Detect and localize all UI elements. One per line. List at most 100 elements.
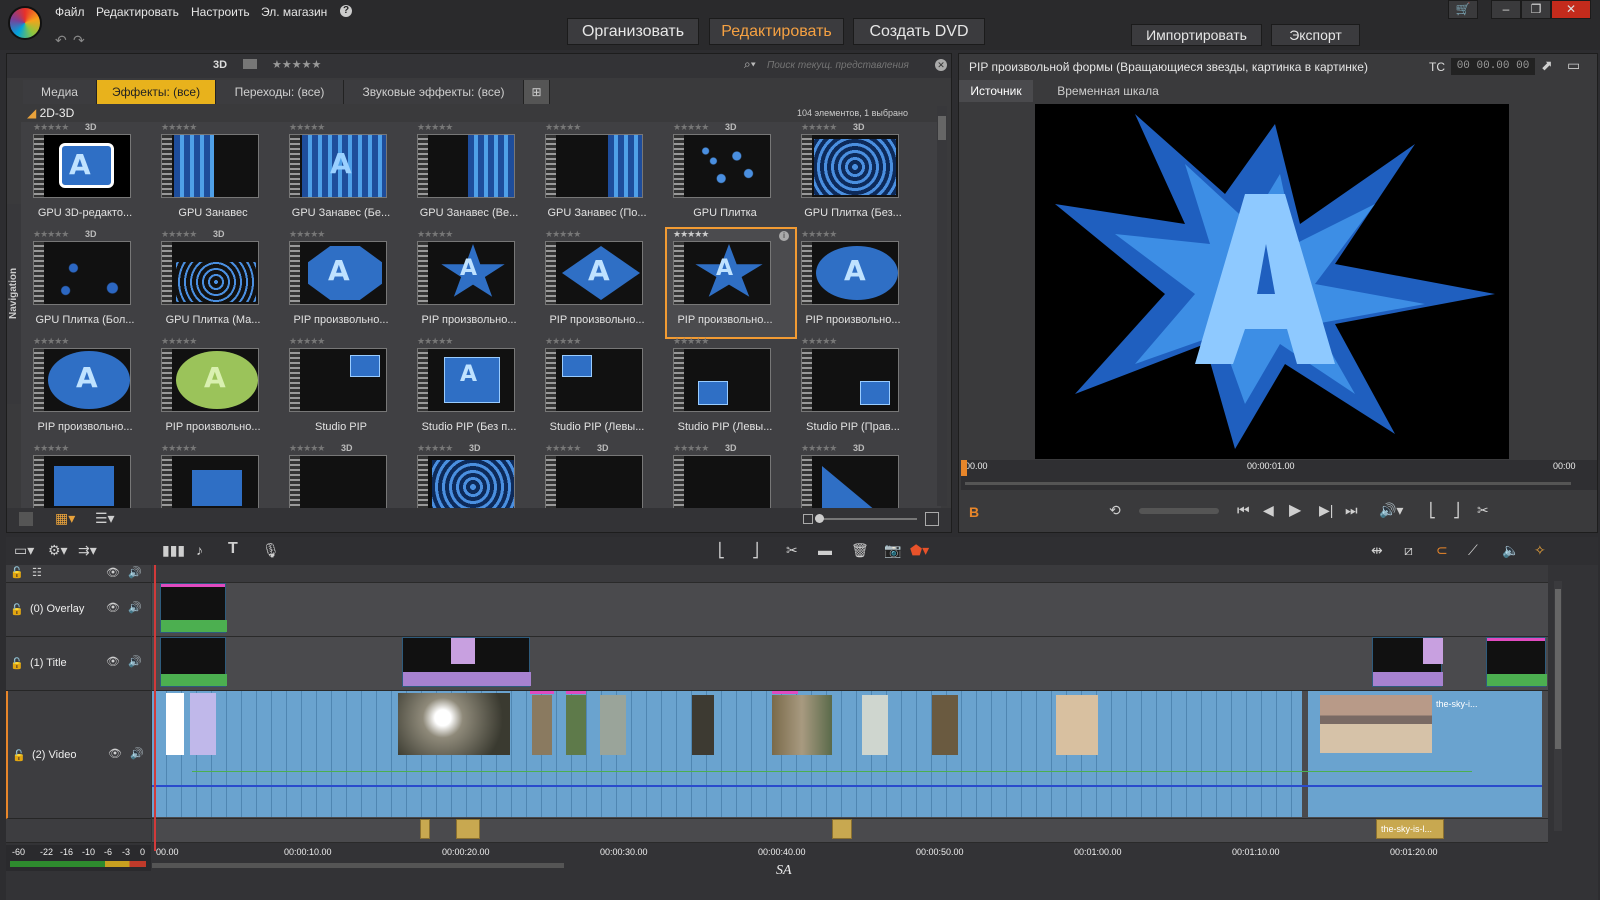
effect-item[interactable]: ★★★★★ A PIP произвольно...	[27, 336, 155, 444]
effect-item[interactable]: ★★★★★	[27, 443, 155, 508]
title-clip[interactable]	[1486, 637, 1547, 687]
timeline-scrollbar[interactable]	[152, 863, 564, 868]
track-list-icon[interactable]: ☷	[32, 566, 42, 579]
library-scrollbar[interactable]	[937, 106, 947, 506]
tab-transitions[interactable]: Переходы: (все)	[216, 80, 344, 104]
speaker-icon[interactable]: 🔊	[128, 655, 142, 668]
magic-wand-icon[interactable]: ✧	[1534, 542, 1546, 559]
title-clip[interactable]	[1372, 637, 1443, 687]
audio-clip[interactable]	[420, 819, 430, 839]
organize-button[interactable]: Организовать	[567, 18, 699, 45]
large-size-icon[interactable]	[925, 512, 939, 526]
track-header-overlay[interactable]: 🔓 (0) Overlay 👁 🔊	[6, 583, 151, 637]
clear-marks-icon[interactable]: ✂	[1477, 502, 1489, 519]
grid-view-icon[interactable]: ▦▾	[55, 510, 75, 527]
audio-clip[interactable]	[456, 819, 480, 839]
speaker-icon[interactable]: 🔊	[130, 747, 144, 760]
ripple-icon[interactable]: ⇹	[1371, 542, 1383, 559]
snapshot-icon[interactable]: 📷	[884, 542, 901, 559]
effect-item[interactable]: ★★★★★ Studio PIP (Левы...	[539, 336, 667, 444]
effect-item[interactable]: ★★★★★ Studio PIP	[283, 336, 411, 444]
marker-icon[interactable]: ⬟▾	[910, 542, 929, 559]
lock-icon[interactable]: 🔓	[10, 603, 24, 616]
video-clip-sky[interactable]: the-sky-i...	[1308, 691, 1542, 817]
bypass-marker[interactable]: B	[969, 504, 979, 520]
popout-icon[interactable]: ⬈	[1541, 57, 1553, 74]
minimize-icon[interactable]: –	[1491, 0, 1521, 19]
step-forward-icon[interactable]: ▶|	[1319, 502, 1333, 519]
effect-item[interactable]: ★★★★★ A PIP произвольно...	[155, 336, 283, 444]
effect-item[interactable]: ★★★★★ Studio PIP (Левы...	[667, 336, 795, 444]
tab-sound-effects[interactable]: Звуковые эффекты: (все)	[344, 80, 524, 104]
lock-icon[interactable]: 🔓	[10, 657, 24, 670]
effect-item[interactable]: ★★★★★ A PIP произвольно...	[283, 229, 411, 337]
volume-icon[interactable]: 🔊▾	[1379, 502, 1403, 519]
razor-icon[interactable]: ✂	[786, 542, 798, 559]
effect-item[interactable]: ★★★★★ 3D	[795, 443, 923, 508]
tag-icon[interactable]	[243, 59, 257, 69]
eye-icon[interactable]: 👁	[108, 747, 122, 760]
undo-icon[interactable]: ↶	[55, 32, 67, 49]
effect-item[interactable]: ★★★★★ 3D GPU Плитка (Бол...	[27, 229, 155, 337]
overlay-clip[interactable]	[160, 583, 227, 633]
effect-item-selected[interactable]: ★★★★★ i A PIP произвольно...	[665, 227, 797, 339]
eye-icon[interactable]: 👁	[106, 566, 120, 579]
trash-icon[interactable]: 🗑	[851, 542, 869, 559]
tab-effects[interactable]: Эффекты: (все)	[97, 80, 216, 104]
effect-item[interactable]: ★★★★★	[155, 443, 283, 508]
info-icon[interactable]: i	[779, 231, 789, 241]
mark-out-icon[interactable]: ⎦	[1453, 502, 1460, 519]
timecode-display[interactable]: 00 00.00 00	[1451, 58, 1535, 75]
edit-mode-button[interactable]: Редактировать	[709, 18, 844, 45]
menu-file[interactable]: Файл	[55, 5, 85, 19]
menu-settings[interactable]: Настроить	[191, 5, 250, 19]
effect-item[interactable]: ★★★★★ 3D GPU Плитка	[667, 122, 795, 230]
audio-clip[interactable]	[832, 819, 852, 839]
app-logo[interactable]	[8, 6, 42, 40]
audio-scrub-icon[interactable]: 🔈	[1502, 542, 1519, 559]
audio-clip-sky[interactable]: the-sky-is-l...	[1376, 819, 1444, 839]
lock-icon[interactable]: 🔓	[12, 749, 26, 762]
go-to-end-icon[interactable]: ⏭	[1345, 502, 1358, 519]
magnet-icon[interactable]: ⊂	[1436, 542, 1448, 559]
storage-icon[interactable]	[19, 512, 33, 526]
effect-item[interactable]: ★★★★★ 3D A GPU 3D-редакто...	[27, 122, 155, 230]
settings-icon[interactable]: ⚙▾	[48, 542, 68, 559]
fullscreen-icon[interactable]: ▭	[1567, 57, 1580, 74]
title-clip[interactable]	[402, 637, 531, 687]
split-right-icon[interactable]: ⎦	[752, 542, 759, 559]
title-tool-icon[interactable]: T	[228, 540, 238, 558]
redo-icon[interactable]: ↷	[73, 32, 85, 49]
tab-timeline[interactable]: Временная шкала	[1033, 80, 1183, 102]
effect-item[interactable]: ★★★★★ A PIP произвольно...	[795, 229, 923, 337]
navigation-sidebar[interactable]: Navigation	[7, 204, 21, 404]
help-icon[interactable]: ?	[340, 5, 352, 17]
folder-label[interactable]: ◢ 2D-3D	[27, 106, 74, 120]
audio-mixer-icon[interactable]: ▮▮▮	[162, 542, 185, 559]
cart-icon[interactable]: 🛒	[1448, 0, 1478, 19]
effect-item[interactable]: ★★★★★ 3D	[283, 443, 411, 508]
clear-search-icon[interactable]: ✕	[935, 59, 947, 71]
playhead-marker[interactable]	[961, 460, 967, 476]
effect-item[interactable]: ★★★★★ 3D GPU Плитка (Без...	[795, 122, 923, 230]
effect-item[interactable]: ★★★★★ A PIP произвольно...	[411, 229, 539, 337]
voiceover-icon[interactable]: 🎙	[262, 542, 280, 559]
video-clips[interactable]	[152, 691, 1302, 817]
create-dvd-button[interactable]: Создать DVD	[853, 18, 985, 45]
scrub-audio-icon[interactable]: ⟋	[1468, 542, 1478, 559]
effect-item[interactable]: ★★★★★ GPU Занавес	[155, 122, 283, 230]
menu-store[interactable]: Эл. магазин	[261, 5, 327, 19]
filter-3d[interactable]: 3D	[213, 59, 227, 71]
tab-media[interactable]: Медиа	[23, 80, 97, 104]
effect-item[interactable]: ★★★★★ Studio PIP (Прав...	[795, 336, 923, 444]
effect-item[interactable]: ★★★★★ A Studio PIP (Без п...	[411, 336, 539, 444]
effect-item[interactable]: ★★★★★ 3D	[667, 443, 795, 508]
timeline-layout-icon[interactable]: ▭▾	[14, 542, 34, 559]
scrub-bar[interactable]: 00.00 00:00:01.00 00:00	[961, 460, 1597, 490]
track-header-video[interactable]: 🔓 (2) Video 👁 🔊	[6, 691, 151, 819]
snap-icon[interactable]: ⧄	[1404, 542, 1413, 559]
storyboard-icon[interactable]: ▬	[818, 542, 832, 558]
split-left-icon[interactable]: ⎣	[718, 542, 725, 559]
timeline-playhead[interactable]	[154, 565, 156, 851]
restore-icon[interactable]: ❐	[1521, 0, 1551, 19]
